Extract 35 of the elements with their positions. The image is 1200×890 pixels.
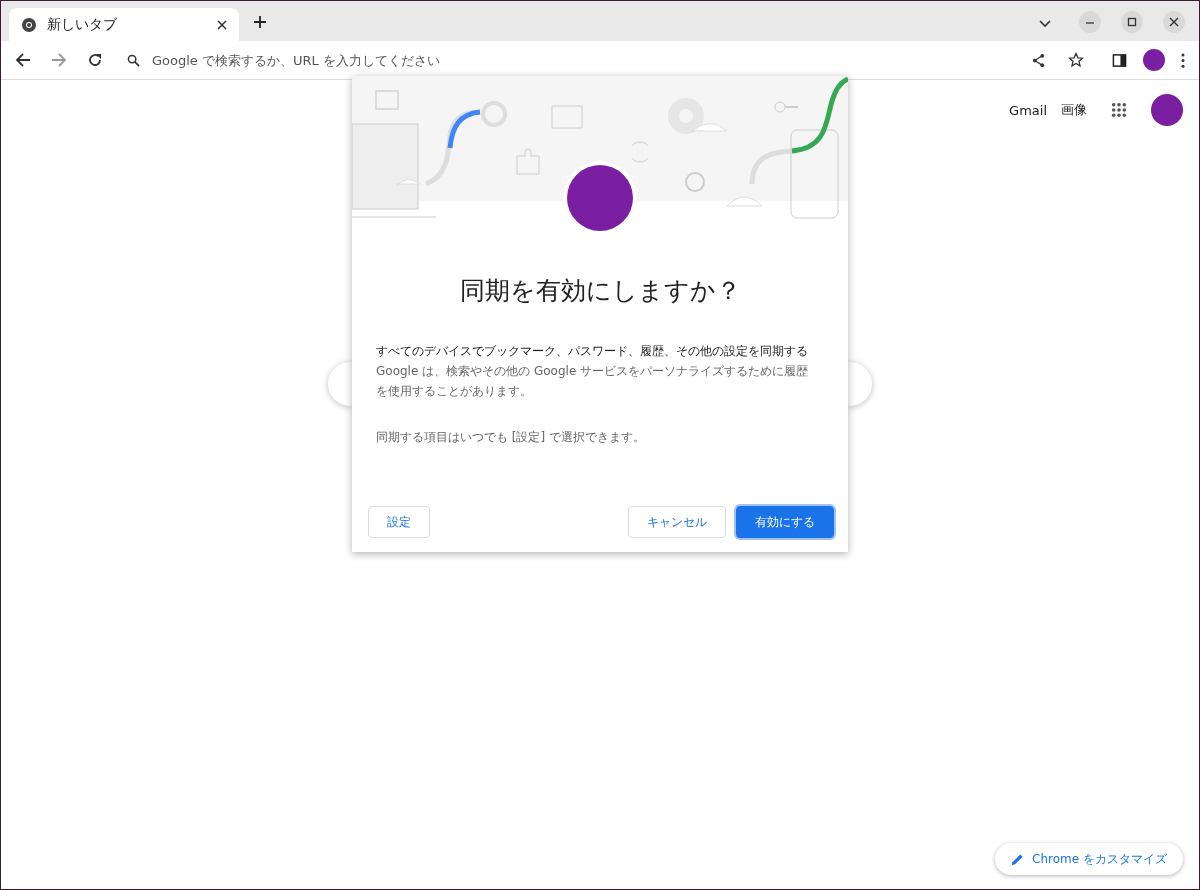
header-link[interactable]: 画像 (1061, 101, 1087, 119)
account-avatar[interactable] (1151, 94, 1183, 126)
account-avatar (567, 165, 633, 231)
close-button[interactable] (1163, 11, 1185, 33)
dialog-button[interactable]: 設定 (368, 506, 430, 538)
new-tab-icon[interactable] (253, 15, 267, 29)
chrome-logo-icon (21, 16, 37, 33)
close-tab-icon[interactable] (217, 19, 227, 30)
search-icon (127, 53, 140, 67)
close-icon (1169, 17, 1179, 27)
forward-icon[interactable] (51, 52, 67, 68)
tab-title: 新しいタブ (47, 15, 118, 34)
confirm-button[interactable]: 有効にする (736, 506, 834, 538)
description-text: すべてのデバイスでブックマーク、パスワード、履歴、その他の設定を同期する (376, 343, 809, 360)
browser-tab[interactable]: 新しいタブ (9, 8, 239, 41)
detail-text: Google は、検索やその他の Google サービスをパーソナライズするために履歴を使用することがあります。 (376, 363, 810, 400)
header-link[interactable]: Gmail (1009, 102, 1047, 118)
apps-grid-icon[interactable] (1111, 102, 1127, 118)
minimize-button[interactable] (1079, 11, 1101, 33)
tab-search-chevron-icon[interactable] (1039, 20, 1051, 28)
share-icon[interactable] (1031, 52, 1046, 68)
reload-icon[interactable] (87, 52, 103, 68)
pencil-icon (1011, 852, 1025, 866)
maximize-icon (1127, 17, 1137, 27)
dialog-title: 同期を有効にしますか？ (458, 275, 742, 307)
customize-chrome-button[interactable]: Chrome をカスタマイズ (995, 843, 1183, 875)
address-field[interactable]: Google で検索するか、URL を入力してください (150, 51, 1021, 69)
maximize-button[interactable] (1121, 11, 1143, 33)
profile-avatar[interactable] (1143, 49, 1165, 71)
side-panel-icon[interactable] (1112, 52, 1127, 68)
bookmark-star-icon[interactable] (1068, 52, 1084, 68)
dialog-button[interactable]: キャンセル (628, 506, 726, 538)
back-icon[interactable] (15, 52, 31, 68)
note-text: 同期する項目はいつでも [設定] で選択できます。 (376, 429, 646, 446)
menu-icon[interactable] (1181, 52, 1185, 68)
